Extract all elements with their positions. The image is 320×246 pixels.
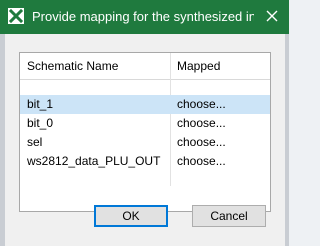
- column-header-schematic-name[interactable]: Schematic Name: [27, 59, 118, 73]
- table-row[interactable]: sel choose...: [20, 133, 270, 152]
- dialog-body: Schematic Name Mapped bit_1 choose... bi…: [5, 34, 285, 246]
- table-row[interactable]: bit_1 choose...: [20, 95, 270, 114]
- close-icon: [266, 10, 278, 25]
- cancel-button[interactable]: Cancel: [192, 205, 266, 227]
- row-schematic-name: ws2812_data_PLU_OUT: [27, 154, 161, 168]
- close-button[interactable]: [255, 0, 289, 34]
- ok-button[interactable]: OK: [94, 205, 168, 227]
- row-mapped-choose[interactable]: choose...: [177, 154, 226, 169]
- row-mapped-choose[interactable]: choose...: [177, 97, 226, 112]
- row-schematic-name: bit_0: [27, 116, 54, 130]
- table-header: Schematic Name Mapped: [20, 53, 270, 80]
- table-row[interactable]: ws2812_data_PLU_OUT choose...: [20, 152, 270, 171]
- mapping-table: Schematic Name Mapped bit_1 choose... bi…: [19, 52, 271, 212]
- row-schematic-name: sel: [27, 135, 43, 149]
- row-schematic-name: bit_1: [27, 97, 54, 111]
- row-mapped-choose[interactable]: choose...: [177, 135, 226, 150]
- column-header-mapped[interactable]: Mapped: [177, 59, 220, 73]
- app-x-icon: [8, 8, 24, 24]
- title-bar[interactable]: Provide mapping for the synthesized in..…: [0, 0, 289, 34]
- window-frame-right: [285, 0, 289, 246]
- row-mapped-choose[interactable]: choose...: [177, 116, 226, 131]
- table-row[interactable]: bit_0 choose...: [20, 114, 270, 133]
- window-title: Provide mapping for the synthesized in..…: [32, 9, 254, 24]
